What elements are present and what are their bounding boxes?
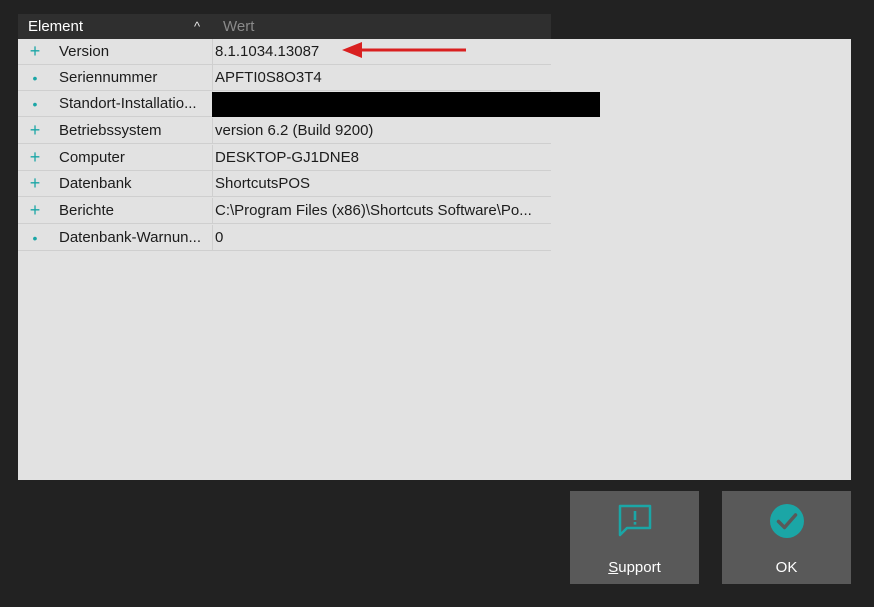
column-header-wert[interactable]: Wert (223, 14, 254, 39)
support-button-label: Support (608, 559, 661, 576)
expand-icon[interactable]: + (28, 38, 42, 64)
ok-button[interactable]: OK (722, 491, 851, 584)
column-divider (212, 198, 213, 224)
bullet-icon: • (32, 96, 38, 112)
table-row[interactable]: • Seriennummer APFTI0S8O3T4 (18, 65, 551, 91)
row-name: Standort-Installatio... (59, 95, 197, 112)
row-name: Seriennummer (59, 69, 158, 86)
bullet-icon: • (32, 230, 38, 246)
bullet-icon: • (32, 70, 38, 86)
row-value: DESKTOP-GJ1DNE8 (215, 149, 359, 166)
support-button[interactable]: Support (570, 491, 699, 584)
ok-button-label: OK (775, 559, 798, 576)
column-header-element[interactable]: Element (28, 14, 83, 39)
row-value: version 6.2 (Build 9200) (215, 122, 374, 139)
row-value: ShortcutsPOS (215, 175, 311, 192)
row-name: Datenbank (59, 175, 132, 192)
check-circle-icon (722, 503, 851, 539)
row-name: Berichte (59, 202, 115, 219)
table-row[interactable]: + Computer DESKTOP-GJ1DNE8 (18, 145, 551, 171)
column-divider (212, 118, 213, 144)
table-row[interactable]: • Datenbank-Warnun... 0 (18, 225, 551, 251)
sort-ascending-icon[interactable]: ^ (194, 14, 200, 39)
row-name: Computer (59, 149, 125, 166)
column-divider (212, 65, 213, 91)
column-divider (212, 225, 213, 251)
annotation-arrow (342, 42, 466, 58)
row-value: 0 (215, 229, 224, 246)
redaction-box (212, 92, 600, 117)
row-value: C:\Program Files (x86)\Shortcuts Softwar… (215, 202, 532, 219)
expand-icon[interactable]: + (28, 144, 42, 170)
table-row[interactable]: + Datenbank ShortcutsPOS (18, 171, 551, 197)
table-row[interactable]: + Betriebssystem version 6.2 (Build 9200… (18, 118, 551, 144)
table-header: Element ^ Wert (18, 14, 551, 39)
table-row[interactable]: + Berichte C:\Program Files (x86)\Shortc… (18, 198, 551, 224)
row-value: APFTI0S8O3T4 (215, 69, 322, 86)
column-divider (212, 145, 213, 171)
row-name: Version (59, 43, 110, 60)
feedback-icon (570, 503, 699, 539)
table-row[interactable]: + Version 8.1.1034.13087 (18, 39, 551, 65)
row-name: Betriebssystem (59, 122, 162, 139)
column-divider (212, 39, 213, 65)
expand-icon[interactable]: + (28, 117, 42, 143)
column-divider (212, 171, 213, 197)
expand-icon[interactable]: + (28, 197, 42, 223)
row-name: Datenbank-Warnun... (59, 229, 202, 246)
expand-icon[interactable]: + (28, 170, 42, 196)
